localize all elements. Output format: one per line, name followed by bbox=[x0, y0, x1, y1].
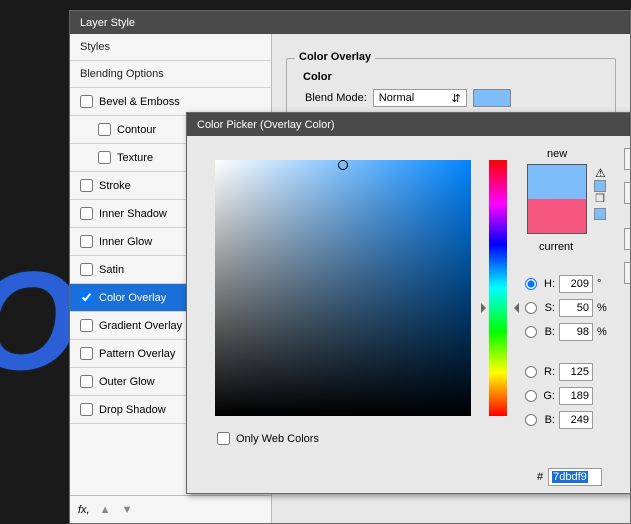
check-contour[interactable] bbox=[98, 123, 111, 136]
gamut-warning-swatch[interactable] bbox=[594, 180, 606, 192]
radio-h[interactable] bbox=[525, 278, 537, 290]
radio-bl[interactable] bbox=[525, 414, 537, 426]
blend-mode-label: Blend Mode: bbox=[305, 92, 367, 104]
arrow-up-icon[interactable]: ▲ bbox=[100, 504, 112, 516]
add-swatch-button-edge[interactable] bbox=[624, 228, 630, 250]
rgb-block: R: 125 G: 189 B: 249 bbox=[525, 360, 609, 432]
cancel-button-edge[interactable] bbox=[624, 182, 630, 204]
arrow-down-icon[interactable]: ▼ bbox=[122, 504, 134, 516]
bl-row: B: 249 bbox=[525, 408, 609, 432]
only-web-checkbox[interactable] bbox=[217, 432, 230, 445]
check-inner-glow[interactable] bbox=[80, 235, 93, 248]
check-pattern-overlay[interactable] bbox=[80, 347, 93, 360]
only-web-label: Only Web Colors bbox=[236, 433, 319, 445]
only-web-row: Only Web Colors bbox=[217, 432, 319, 445]
radio-r[interactable] bbox=[525, 366, 537, 378]
style-item-blending-options[interactable]: Blending Options bbox=[70, 61, 271, 88]
current-color-label: current bbox=[539, 241, 573, 253]
hsb-block: H: 209 ° S: 50 % B: 98 % bbox=[525, 272, 609, 344]
websafe-cube-icon[interactable]: ❒ bbox=[594, 192, 606, 204]
fx-menu-icon[interactable]: fx, bbox=[78, 504, 90, 516]
h-row: H: 209 ° bbox=[525, 272, 609, 296]
color-field[interactable] bbox=[215, 160, 471, 416]
color-picker-dialog: Color Picker (Overlay Color) new current… bbox=[186, 112, 631, 494]
check-color-overlay[interactable] bbox=[80, 291, 93, 304]
input-b[interactable]: 98 bbox=[559, 323, 593, 341]
input-s[interactable]: 50 bbox=[559, 299, 593, 317]
gamut-warning-icon[interactable]: ⚠ bbox=[595, 166, 606, 180]
current-color-swatch[interactable] bbox=[528, 199, 586, 233]
label-b: B: bbox=[541, 326, 555, 338]
hex-input[interactable]: 7dbdf9 bbox=[548, 468, 602, 486]
label-g: G: bbox=[541, 390, 555, 402]
hex-label: # bbox=[537, 471, 543, 483]
input-r[interactable]: 125 bbox=[559, 363, 593, 381]
unit-h: ° bbox=[597, 278, 609, 290]
layer-style-titlebar[interactable]: Layer Style bbox=[70, 11, 630, 34]
check-texture[interactable] bbox=[98, 151, 111, 164]
hue-slider-right-icon[interactable] bbox=[509, 303, 519, 313]
color-compare bbox=[527, 164, 587, 234]
check-satin[interactable] bbox=[80, 263, 93, 276]
b-row: B: 98 % bbox=[525, 320, 609, 344]
check-gradient-overlay[interactable] bbox=[80, 319, 93, 332]
group-legend: Color Overlay bbox=[295, 51, 375, 63]
g-row: G: 189 bbox=[525, 384, 609, 408]
radio-s[interactable] bbox=[525, 302, 537, 314]
radio-g[interactable] bbox=[525, 390, 537, 402]
color-sub-label: Color bbox=[303, 71, 605, 83]
check-inner-shadow[interactable] bbox=[80, 207, 93, 220]
websafe-swatch[interactable] bbox=[594, 208, 606, 220]
label-bl: B: bbox=[541, 414, 555, 426]
new-color-swatch[interactable] bbox=[528, 165, 586, 199]
overlay-color-swatch[interactable] bbox=[473, 89, 511, 107]
hue-slider-left-icon[interactable] bbox=[481, 303, 491, 313]
input-g[interactable]: 189 bbox=[559, 387, 593, 405]
hex-row: # 7dbdf9 bbox=[537, 468, 602, 486]
label-h: H: bbox=[541, 278, 555, 290]
layer-style-title: Layer Style bbox=[80, 17, 135, 29]
radio-b[interactable] bbox=[525, 326, 537, 338]
color-picker-title: Color Picker (Overlay Color) bbox=[197, 119, 335, 131]
r-row: R: 125 bbox=[525, 360, 609, 384]
chevron-updown-icon: ⇵ bbox=[452, 92, 461, 105]
unit-b: % bbox=[597, 326, 609, 338]
label-s: S: bbox=[541, 302, 555, 314]
s-row: S: 50 % bbox=[525, 296, 609, 320]
check-bevel-emboss[interactable] bbox=[80, 95, 93, 108]
input-bl[interactable]: 249 bbox=[559, 411, 593, 429]
new-color-label: new bbox=[547, 148, 567, 160]
label-r: R: bbox=[541, 366, 555, 378]
check-outer-glow[interactable] bbox=[80, 375, 93, 388]
style-item-styles[interactable]: Styles bbox=[70, 34, 271, 61]
color-field-cursor[interactable] bbox=[338, 160, 348, 170]
ok-button-edge[interactable] bbox=[624, 148, 630, 170]
unit-s: % bbox=[597, 302, 609, 314]
input-h[interactable]: 209 bbox=[559, 275, 593, 293]
check-stroke[interactable] bbox=[80, 179, 93, 192]
check-drop-shadow[interactable] bbox=[80, 403, 93, 416]
blend-mode-dropdown[interactable]: Normal ⇵ bbox=[373, 89, 467, 107]
color-libraries-button-edge[interactable] bbox=[624, 262, 630, 284]
color-picker-titlebar[interactable]: Color Picker (Overlay Color) bbox=[187, 113, 630, 136]
style-footer: fx, ▲ ▼ bbox=[70, 495, 271, 523]
hue-strip[interactable] bbox=[489, 160, 507, 416]
right-button-edge bbox=[628, 148, 630, 508]
